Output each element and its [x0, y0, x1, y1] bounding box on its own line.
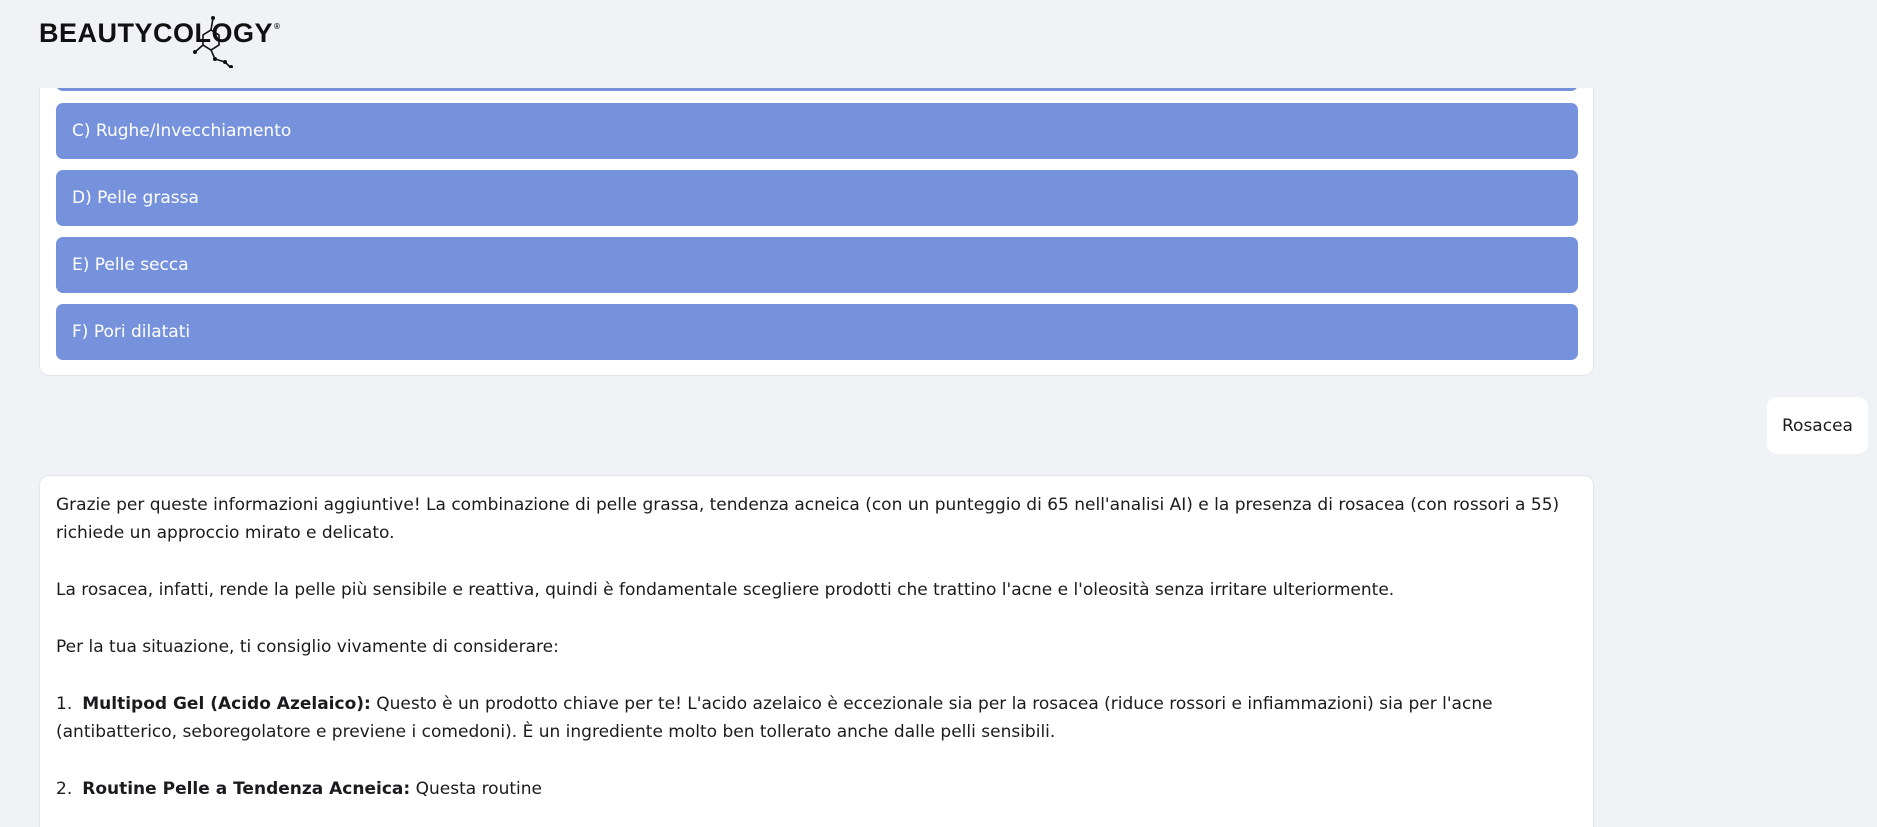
item-description: Questa routine: [410, 779, 542, 799]
user-message-text: Rosacea: [1782, 415, 1853, 436]
recommendation-item-1: 1. Multipod Gel (Acido Azelaico): Questo …: [56, 690, 1577, 746]
item-number: 1.: [56, 694, 73, 714]
quiz-options-card: C) Rughe/Invecchiamento D) Pelle grassa …: [39, 40, 1594, 376]
quiz-option-c[interactable]: C) Rughe/Invecchiamento: [56, 103, 1578, 159]
quiz-option-label: E) Pelle secca: [72, 255, 189, 275]
assistant-message-card: Grazie per queste informazioni aggiuntiv…: [39, 475, 1594, 827]
product-name: Routine Pelle a Tendenza Acneica:: [82, 779, 411, 799]
quiz-option-e[interactable]: E) Pelle secca: [56, 237, 1578, 293]
user-message-bubble: Rosacea: [1767, 397, 1868, 454]
brand-logo[interactable]: BEAUTYCOLOGY ®: [39, 16, 280, 68]
quiz-option-f[interactable]: F) Pori dilatati: [56, 304, 1578, 360]
quiz-option-label: C) Rughe/Invecchiamento: [72, 121, 292, 141]
molecule-icon: [193, 16, 233, 68]
quiz-option-label: D) Pelle grassa: [72, 188, 199, 208]
recommendation-item-2: 2. Routine Pelle a Tendenza Acneica: Ques…: [56, 775, 1577, 803]
assistant-paragraph-2: La rosacea, infatti, rende la pelle più …: [56, 580, 1395, 600]
registered-mark: ®: [274, 22, 280, 31]
quiz-option-d[interactable]: D) Pelle grassa: [56, 170, 1578, 226]
chat-page: BEAUTYCOLOGY ® C) Rughe/Invecchiamento D…: [0, 0, 1877, 827]
item-number: 2.: [56, 779, 73, 799]
quiz-option-label: F) Pori dilatati: [72, 322, 191, 342]
assistant-paragraph-1: Grazie per queste informazioni aggiuntiv…: [56, 495, 1560, 543]
assistant-paragraph-3: Per la tua situazione, ti consiglio viva…: [56, 637, 559, 657]
header: BEAUTYCOLOGY ®: [0, 0, 1877, 88]
product-name: Multipod Gel (Acido Azelaico):: [82, 694, 371, 714]
